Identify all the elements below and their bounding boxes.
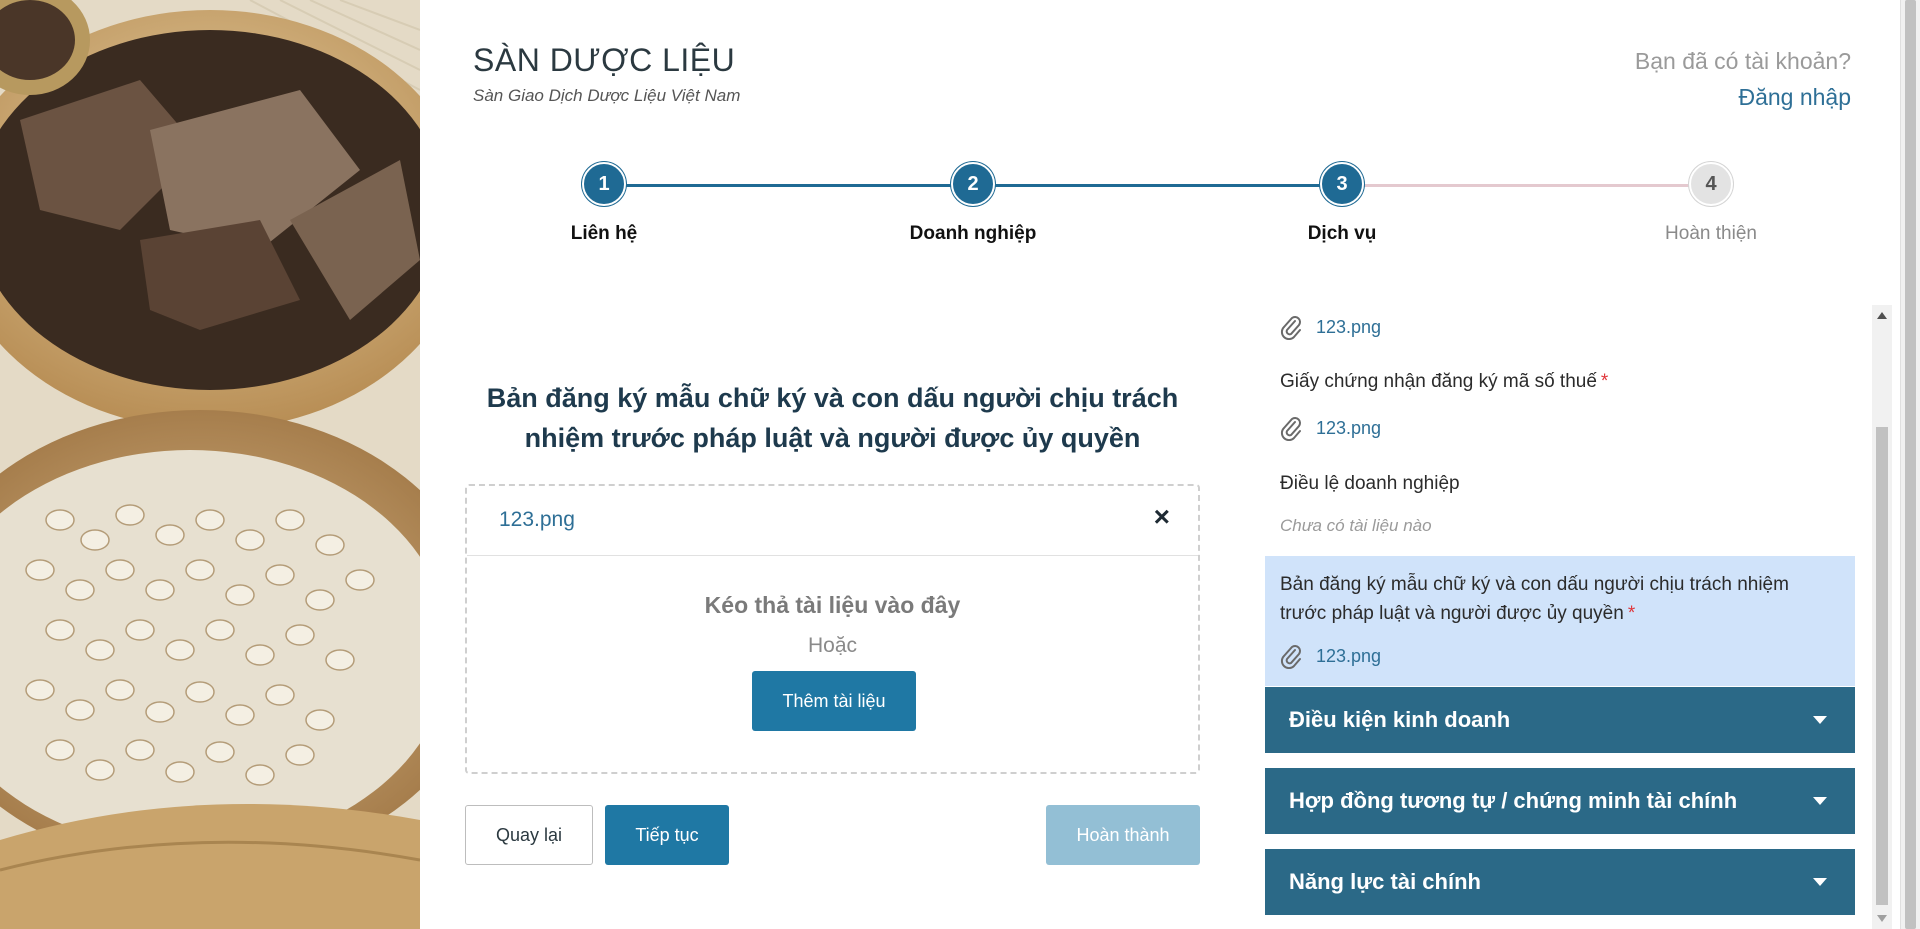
caret-down-icon: [1813, 797, 1827, 805]
add-document-button[interactable]: Thêm tài liệu: [752, 671, 916, 731]
signature-label: Bản đăng ký mẫu chữ ký và con dấu người …: [1280, 570, 1840, 628]
drop-or-text: Hoặc: [807, 634, 858, 657]
step-2-label: Doanh nghiệp: [909, 223, 1037, 244]
page-scrollbar[interactable]: [1900, 0, 1920, 929]
step-3-label: Dịch vụ: [1307, 223, 1377, 244]
drop-instruction: Kéo thả tài liệu vào đây: [704, 592, 961, 618]
paperclip-icon: [1280, 645, 1301, 669]
brand-title: SÀN DƯỢC LIỆU: [473, 42, 736, 78]
tax-certificate-label: Giấy chứng nhận đăng ký mã số thuế *: [1280, 371, 1608, 393]
uploaded-file-name[interactable]: 123.png: [499, 508, 575, 532]
charter-empty-text: Chưa có tài liệu nào: [1280, 516, 1432, 535]
step-connector-1-2: [604, 184, 974, 187]
accordion-title: Năng lực tài chính: [1289, 869, 1481, 894]
herbal-photo: [0, 0, 420, 929]
step-1-indicator[interactable]: 1: [582, 162, 626, 206]
accordion-title: Điều kiện kinh doanh: [1289, 707, 1511, 732]
close-icon[interactable]: ×: [1154, 503, 1170, 531]
document-list-scrollbar[interactable]: [1872, 305, 1892, 929]
caret-down-icon: [1813, 878, 1827, 886]
upload-title: Bản đăng ký mẫu chữ ký và con dấu người …: [486, 383, 1179, 453]
attachment-top: 123.png: [1280, 314, 1381, 340]
scroll-down-icon[interactable]: [1877, 915, 1887, 922]
step-4-indicator[interactable]: 4: [1689, 162, 1733, 206]
signature-label-text: Bản đăng ký mẫu chữ ký và con dấu người …: [1280, 574, 1789, 624]
account-question: Bạn đã có tài khoản?: [1634, 48, 1851, 74]
page-scrollbar-thumb[interactable]: [1905, 0, 1916, 929]
tax-certificate-label-text: Giấy chứng nhận đăng ký mã số thuế: [1280, 371, 1597, 392]
tax-certificate-file[interactable]: 123.png: [1316, 418, 1381, 439]
back-button[interactable]: Quay lại: [465, 805, 593, 865]
caret-down-icon: [1813, 716, 1827, 724]
step-3-indicator[interactable]: 3: [1320, 162, 1364, 206]
registration-page: SÀN DƯỢC LIỆU Sàn Giao Dịch Dược Liệu Vi…: [0, 0, 1920, 929]
accordion-financial-capacity[interactable]: Năng lực tài chính: [1265, 849, 1855, 915]
next-button[interactable]: Tiếp tục: [605, 805, 729, 865]
accordion-business-conditions[interactable]: Điều kiện kinh doanh: [1265, 687, 1855, 753]
accordion-similar-contracts[interactable]: Hợp đồng tương tự / chứng minh tài chính: [1265, 768, 1855, 834]
step-connector-2-3: [974, 184, 1342, 187]
document-list-panel: 123.png Giấy chứng nhận đăng ký mã số th…: [1265, 305, 1856, 929]
login-link[interactable]: Đăng nhập: [1738, 84, 1851, 111]
scrollbar-thumb[interactable]: [1876, 427, 1888, 905]
scroll-up-icon[interactable]: [1877, 312, 1887, 319]
file-dropzone[interactable]: 123.png × Kéo thả tài liệu vào đây Hoặc …: [465, 484, 1200, 774]
tax-certificate-attachment: 123.png: [1280, 415, 1381, 441]
required-mark: *: [1627, 603, 1636, 624]
herbal-photo-art: [0, 0, 420, 929]
paperclip-icon: [1280, 316, 1301, 340]
required-mark: *: [1600, 371, 1609, 392]
brand-subtitle: Sàn Giao Dịch Dược Liệu Việt Nam: [473, 86, 741, 105]
step-2-indicator[interactable]: 2: [951, 162, 995, 206]
charter-label: Điều lệ doanh nghiệp: [1280, 473, 1460, 494]
signature-document-item: Bản đăng ký mẫu chữ ký và con dấu người …: [1265, 556, 1855, 686]
accordion-title: Hợp đồng tương tự / chứng minh tài chính: [1289, 788, 1738, 813]
signature-file[interactable]: 123.png: [1316, 646, 1381, 667]
uploaded-file-row: 123.png ×: [467, 486, 1198, 556]
signature-attachment: 123.png: [1280, 643, 1381, 669]
step-1-label: Liên hệ: [570, 223, 638, 244]
finish-button[interactable]: Hoàn thành: [1046, 805, 1200, 865]
paperclip-icon: [1280, 417, 1301, 441]
step-connector-3-4: [1342, 184, 1711, 187]
step-4-label: Hoàn thiện: [1665, 223, 1757, 244]
attachment-top-file[interactable]: 123.png: [1316, 317, 1381, 338]
